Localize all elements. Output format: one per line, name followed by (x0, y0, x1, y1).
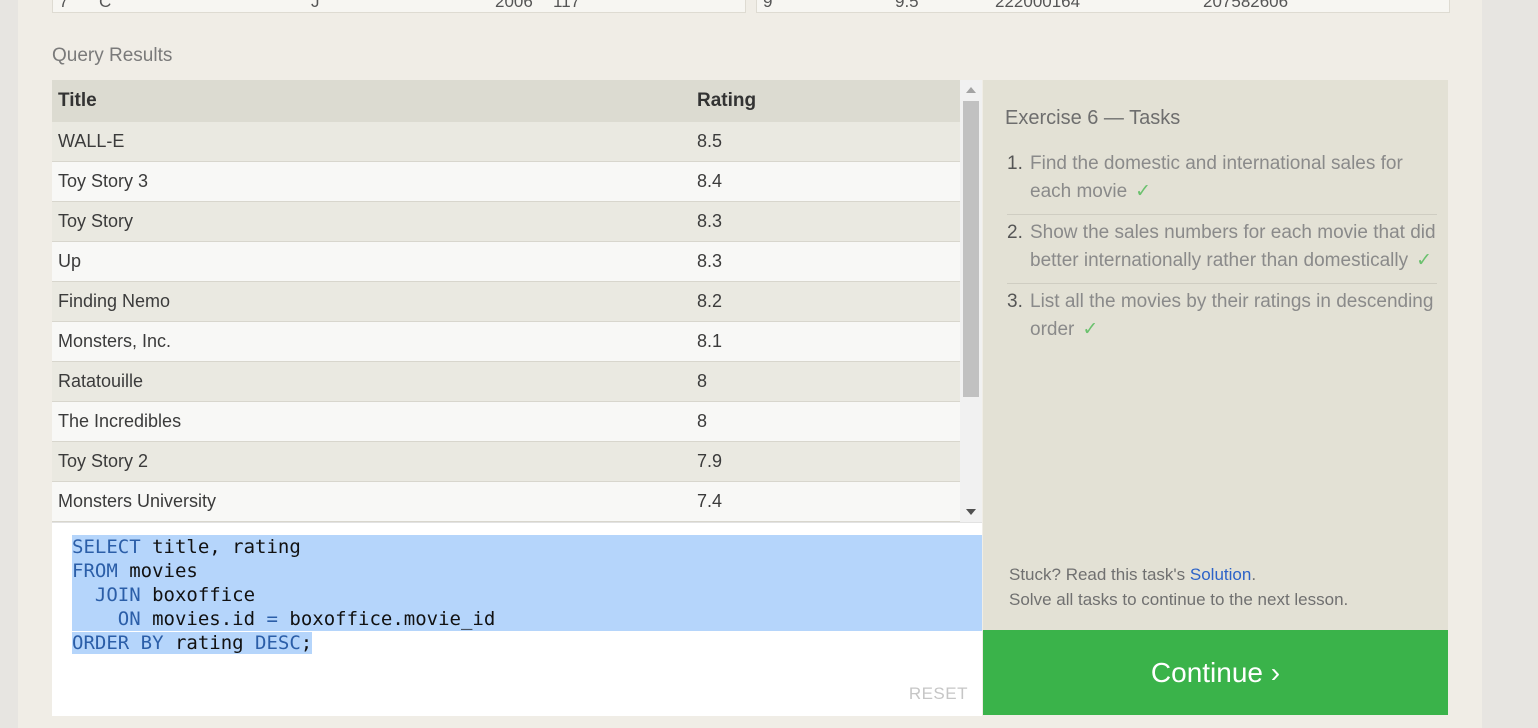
table-row: Finding Nemo 8.2 (52, 281, 960, 322)
cell-title: Toy Story 2 (52, 441, 691, 482)
cell-rating: 7.4 (691, 481, 960, 522)
table-cell: 117 (553, 0, 581, 11)
table-cell: 9.5 (895, 0, 919, 11)
code-text: rating (163, 632, 256, 654)
sql-keyword: SELECT (72, 536, 141, 558)
help-line-2: Solve all tasks to continue to the next … (1009, 590, 1349, 609)
table-cell: 9 (763, 0, 773, 11)
task-item: 1. Find the domestic and international s… (1007, 146, 1437, 215)
scroll-down-arrow-icon[interactable] (966, 509, 976, 515)
cell-title: WALL-E (52, 122, 691, 162)
sql-editor[interactable]: SELECT title, rating FROM movies JOIN bo… (52, 522, 982, 716)
table-cell: J (311, 0, 320, 11)
table-row: 9 9.5 222000164 207582606 (757, 0, 1449, 12)
task-list: 1. Find the domestic and international s… (1007, 146, 1437, 352)
scroll-thumb[interactable] (963, 101, 979, 397)
task-item: 3. List all the movies by their ratings … (1007, 284, 1437, 352)
checkmark-icon: ✓ (1135, 181, 1152, 202)
code-line: ORDER BY rating DESC; (72, 632, 313, 654)
checkmark-icon: ✓ (1416, 250, 1433, 271)
cell-title: Toy Story (52, 201, 691, 242)
table-row: Toy Story 3 8.4 (52, 161, 960, 202)
sql-operator: = (266, 608, 278, 630)
code-text: boxoffice.movie_id (277, 608, 496, 630)
table-cell: 207582606 (1203, 0, 1289, 11)
table-row: Up 8.3 (52, 241, 960, 282)
code-line: JOIN boxoffice (72, 583, 982, 607)
sql-code[interactable]: SELECT title, rating FROM movies JOIN bo… (72, 535, 982, 655)
checkmark-icon: ✓ (1082, 319, 1099, 340)
cell-title: Up (52, 241, 691, 282)
code-text: movies (117, 560, 198, 582)
table-cell: 222000164 (995, 0, 1081, 11)
table-row: Monsters, Inc. 8.1 (52, 321, 960, 362)
table-row: Toy Story 8.3 (52, 201, 960, 242)
sql-keyword: DESC (255, 632, 301, 654)
table-cell: 2006 (495, 0, 533, 11)
cell-rating: 8.4 (691, 161, 960, 202)
cell-title: Finding Nemo (52, 281, 691, 322)
query-results-table[interactable]: Title Rating WALL-E 8.5 Toy Story 3 8.4 To… (52, 80, 982, 522)
cell-rating: 8.5 (691, 122, 960, 162)
sql-keyword: FROM (72, 560, 118, 582)
tasks-panel: Exercise 6 — Tasks 1. Find the domestic … (983, 80, 1448, 630)
table-row: The Incredibles 8 (52, 401, 960, 442)
task-text: Show the sales numbers for each movie th… (1030, 222, 1436, 271)
code-line: ON movies.id = boxoffice.movie_id (72, 607, 982, 631)
lesson-page: 7 C J 2006 117 9 9.5 222000164 207582606… (18, 0, 1482, 728)
cell-title: Monsters University (52, 481, 691, 522)
cell-title: Ratatouille (52, 361, 691, 402)
code-text: movies.id (140, 608, 267, 630)
task-number: 1. (1007, 153, 1023, 174)
sql-keyword: ON (72, 608, 141, 630)
help-suffix: . (1251, 565, 1257, 584)
table-row: Ratatouille 8 (52, 361, 960, 402)
cell-rating: 8.1 (691, 321, 960, 362)
solution-link[interactable]: Solution (1190, 565, 1251, 584)
cell-rating: 7.9 (691, 441, 960, 482)
help-text: Stuck? Read this task's Solution. Solve … (1009, 562, 1348, 612)
code-text: title, rating (140, 536, 301, 558)
results-scrollbar[interactable] (960, 80, 982, 522)
task-number: 2. (1007, 222, 1023, 243)
scroll-up-arrow-icon[interactable] (966, 87, 976, 93)
task-number: 3. (1007, 291, 1023, 312)
table-header-row: Title Rating (52, 80, 960, 122)
query-results-label: Query Results (52, 45, 173, 66)
top-table-left: 7 C J 2006 117 (52, 0, 746, 13)
results-grid: Title Rating WALL-E 8.5 Toy Story 3 8.4 To… (52, 80, 960, 522)
help-prefix: Stuck? Read this task's (1009, 565, 1190, 584)
cell-title: Monsters, Inc. (52, 321, 691, 362)
sql-keyword: ORDER BY (72, 632, 164, 654)
cell-rating: 8.3 (691, 201, 960, 242)
reset-button[interactable]: RESET (909, 684, 968, 704)
code-line: FROM movies (72, 559, 982, 583)
cell-rating: 8 (691, 361, 960, 402)
cell-rating: 8.2 (691, 281, 960, 322)
help-line-1: Stuck? Read this task's Solution. (1009, 562, 1348, 587)
tasks-title: Exercise 6 — Tasks (1005, 107, 1181, 129)
task-text: Find the domestic and international sale… (1030, 153, 1403, 202)
table-row: Monsters University 7.4 (52, 481, 960, 522)
code-line: SELECT title, rating (72, 535, 982, 559)
code-text: boxoffice (140, 584, 256, 606)
sql-keyword: JOIN (72, 584, 141, 606)
table-row: Toy Story 2 7.9 (52, 441, 960, 482)
cell-title: Toy Story 3 (52, 161, 691, 202)
column-header-rating: Rating (691, 80, 960, 122)
table-cell: C (99, 0, 112, 11)
cell-title: The Incredibles (52, 401, 691, 442)
continue-button[interactable]: Continue › (983, 630, 1448, 715)
task-item: 2. Show the sales numbers for each movie… (1007, 215, 1437, 284)
table-row: 7 C J 2006 117 (53, 0, 745, 12)
cell-rating: 8 (691, 401, 960, 442)
cell-rating: 8.3 (691, 241, 960, 282)
table-row: WALL-E 8.5 (52, 122, 960, 162)
code-text: ; (300, 632, 313, 654)
top-table-right: 9 9.5 222000164 207582606 (756, 0, 1450, 13)
table-cell: 7 (59, 0, 69, 11)
column-header-title: Title (52, 80, 691, 122)
